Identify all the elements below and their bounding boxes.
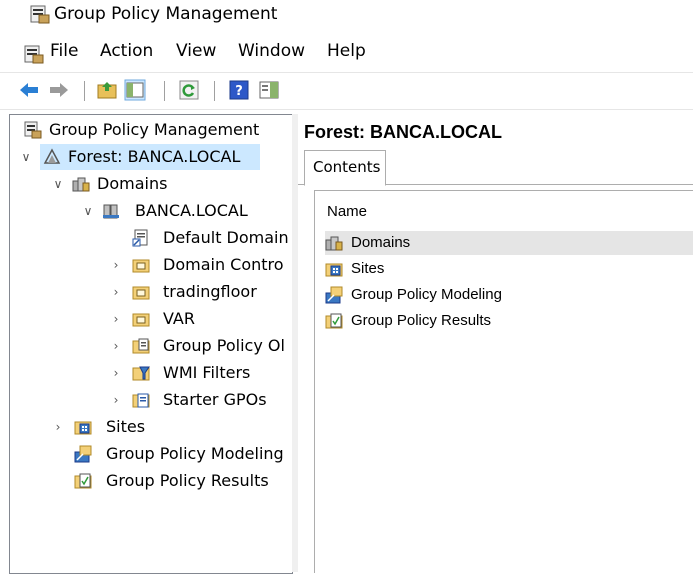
chevron-right-icon[interactable]: › — [50, 419, 66, 435]
tree-item-var[interactable]: › VAR — [10, 306, 290, 332]
toolbar: ? — [0, 72, 693, 110]
chevron-right-icon[interactable]: › — [108, 257, 124, 273]
list-item-sites[interactable]: Sites — [325, 257, 693, 281]
tree-item-starter-gpos[interactable]: › Starter GPOs — [10, 387, 290, 413]
tree-label: Group Policy Results — [106, 471, 269, 490]
domain-icon — [103, 204, 119, 219]
list-item-domains[interactable]: Domains — [325, 231, 693, 255]
chevron-right-icon[interactable]: › — [108, 338, 124, 354]
console-tree: Group Policy Management ∨ Forest: BANCA.… — [9, 114, 293, 574]
gp-results-icon — [74, 473, 92, 489]
chevron-right-icon[interactable]: › — [108, 365, 124, 381]
tree-label: VAR — [163, 309, 195, 328]
menu-window[interactable]: Window — [238, 41, 305, 61]
chevron-right-icon[interactable]: › — [108, 284, 124, 300]
menu-help[interactable]: Help — [327, 41, 366, 61]
tree-item-sites[interactable]: › Sites — [10, 414, 290, 440]
menu-action[interactable]: Action — [100, 41, 153, 61]
tree-item-group-policy-results[interactable]: Group Policy Results — [10, 468, 290, 494]
domains-icon — [325, 236, 343, 251]
gp-modeling-icon — [325, 286, 343, 304]
gpm-icon — [24, 121, 42, 139]
chevron-down-icon[interactable]: ∨ — [18, 149, 34, 165]
tree-label: BANCA.LOCAL — [135, 201, 248, 220]
starter-gpo-folder-icon — [132, 393, 150, 408]
toolbar-separator — [214, 81, 215, 101]
chevron-down-icon[interactable]: ∨ — [80, 203, 96, 219]
tree-item-root[interactable]: Group Policy Management — [10, 117, 290, 143]
ou-folder-icon — [132, 286, 150, 300]
sites-icon — [74, 421, 92, 435]
forward-icon[interactable] — [48, 79, 70, 101]
contents-list: Name Domains Sites Group Policy Modeling… — [314, 190, 693, 573]
chevron-right-icon[interactable]: › — [108, 392, 124, 408]
domains-icon — [72, 177, 90, 192]
tree-item-group-policy-objects[interactable]: › Group Policy Ol — [10, 333, 290, 359]
up-folder-icon[interactable] — [96, 79, 118, 101]
ou-folder-icon — [132, 259, 150, 273]
tree-label: Domains — [97, 174, 168, 193]
menu-view[interactable]: View — [176, 41, 216, 61]
ou-folder-icon — [132, 313, 150, 327]
tree-label: Group Policy Management — [49, 120, 260, 139]
show-hide-action-pane-icon[interactable] — [258, 79, 280, 101]
wmi-filter-folder-icon — [132, 366, 150, 381]
menu-file[interactable]: File — [50, 41, 78, 61]
list-item-label: Group Policy Results — [351, 312, 492, 329]
tree-item-group-policy-modeling[interactable]: Group Policy Modeling — [10, 441, 290, 467]
svg-text:?: ? — [235, 84, 243, 99]
list-item-label: Group Policy Modeling — [351, 286, 502, 303]
menu-bar: File Action View Window Help — [0, 36, 693, 68]
tree-label: Forest: BANCA.LOCAL — [68, 147, 241, 166]
tree-label: Group Policy Ol — [163, 336, 285, 355]
tree-item-domain[interactable]: ∨ BANCA.LOCAL — [10, 198, 290, 224]
tab-contents[interactable]: Contents — [304, 150, 386, 186]
list-item-label: Sites — [351, 260, 385, 277]
gpm-app-icon — [30, 5, 50, 24]
tree-label: Sites — [106, 417, 146, 436]
tree-label: tradingfloor — [163, 282, 257, 301]
pane-title: Forest: BANCA.LOCAL — [304, 122, 502, 142]
tree-label: Default Domain — [163, 228, 289, 247]
chevron-right-icon[interactable]: › — [108, 311, 124, 327]
gp-results-icon — [325, 313, 343, 329]
tree-item-default-domain-policy[interactable]: Default Domain — [10, 225, 290, 251]
list-item-group-policy-modeling[interactable]: Group Policy Modeling — [325, 283, 693, 307]
tree-item-forest[interactable]: ∨ Forest: BANCA.LOCAL — [10, 144, 290, 170]
forest-icon — [43, 148, 61, 164]
chevron-down-icon[interactable]: ∨ — [50, 176, 66, 192]
gpo-folder-icon — [132, 338, 150, 354]
column-header-name[interactable]: Name — [327, 203, 367, 220]
tree-label: WMI Filters — [163, 363, 251, 382]
back-icon[interactable] — [18, 79, 40, 101]
show-hide-tree-icon[interactable] — [124, 79, 146, 101]
system-menu-icon[interactable] — [24, 44, 44, 64]
list-item-label: Domains — [351, 234, 411, 251]
results-pane: Forest: BANCA.LOCAL Contents Name Domain… — [298, 114, 693, 573]
sites-icon — [325, 263, 343, 277]
help-icon[interactable]: ? — [228, 79, 250, 101]
tree-label: Group Policy Modeling — [106, 444, 284, 463]
gpo-link-icon — [132, 229, 148, 247]
refresh-icon[interactable] — [178, 79, 200, 101]
window-title: Group Policy Management — [54, 4, 278, 24]
tree-item-domains[interactable]: ∨ Domains — [10, 171, 290, 197]
tab-label: Contents — [313, 158, 381, 176]
toolbar-separator — [84, 81, 85, 101]
tree-item-wmi-filters[interactable]: › WMI Filters — [10, 360, 290, 386]
title-bar: Group Policy Management — [0, 0, 693, 30]
tree-label: Starter GPOs — [163, 390, 267, 409]
toolbar-separator — [164, 81, 165, 101]
list-item-group-policy-results[interactable]: Group Policy Results — [325, 309, 693, 333]
gp-modeling-icon — [74, 445, 92, 463]
tree-item-domain-controllers[interactable]: › Domain Contro — [10, 252, 290, 278]
tree-item-tradingfloor[interactable]: › tradingfloor — [10, 279, 290, 305]
tree-label: Domain Contro — [163, 255, 284, 274]
